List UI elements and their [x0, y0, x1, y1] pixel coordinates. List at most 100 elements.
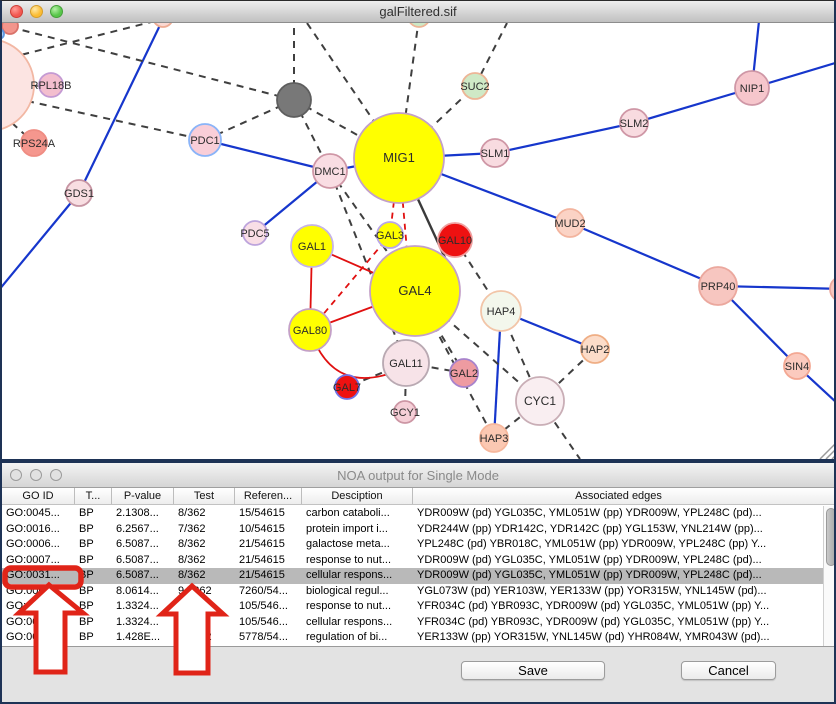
table-cell: 6.5087...: [112, 537, 174, 553]
network-edge: [27, 101, 205, 140]
network-node-label: HAP2: [581, 344, 610, 356]
table-cell: 1.428E...: [112, 630, 174, 646]
scrollbar-thumb[interactable]: [826, 508, 836, 566]
network-node-label: RPL18B: [31, 80, 72, 92]
table-cell: galactose meta...: [302, 537, 413, 553]
table-cell: YGL073W (pd) YER103W, YER133W (pp) YOR31…: [413, 584, 824, 600]
network-node-label: GAL4: [398, 283, 431, 298]
table-cell: 8/362: [174, 568, 235, 584]
network-node[interactable]: [153, 23, 173, 27]
table-cell: 7/362: [174, 522, 235, 538]
header-cell-3[interactable]: Test: [174, 488, 235, 504]
network-node-label: PDC1: [190, 135, 219, 147]
table-cell: response to nut...: [302, 553, 413, 569]
table-cell: BP: [75, 630, 112, 646]
table-cell: 21/54615: [235, 568, 302, 584]
table-cell: 15/54615: [235, 506, 302, 522]
network-node-label: DMC1: [314, 166, 345, 178]
table-cell: 6.2567...: [112, 522, 174, 538]
noa-titlebar: NOA output for Single Mode: [2, 463, 834, 488]
table-cell: GO:0016...: [2, 522, 75, 538]
network-canvas[interactable]: RPL18BRPS24AGDS1PDC1DMC1MIG1SUC2SLM1SLM2…: [2, 23, 836, 459]
network-node-label: GAL2: [450, 368, 478, 380]
table-row[interactable]: GO:0031...BP1.3324...11/362105/546...cel…: [2, 615, 836, 631]
network-node[interactable]: [408, 23, 430, 27]
table-header: GO IDT...P-valueTestReferen...Desciption…: [2, 488, 836, 505]
network-edge: [634, 88, 752, 123]
table-row[interactable]: GO:0045...BP2.1308...8/36215/54615carbon…: [2, 506, 836, 522]
table-row[interactable]: GO:0006...BP6.5087...8/36221/54615galact…: [2, 537, 836, 553]
resize-grip[interactable]: [820, 443, 836, 459]
table-cell: GO:0031...: [2, 615, 75, 631]
table-cell: YDR244W (pp) YDR142C, YDR142C (pp) YGL15…: [413, 522, 824, 538]
network-node[interactable]: [2, 39, 34, 131]
table-cell: 7260/54...: [235, 584, 302, 600]
network-node-label: RPS24A: [13, 138, 56, 150]
table-row[interactable]: GO:0050...BP1.428E...80/3625778/54...reg…: [2, 630, 836, 646]
table-cell: regulation of bi...: [302, 630, 413, 646]
table-cell: 10/54615: [235, 522, 302, 538]
header-cell-6[interactable]: Associated edges: [413, 488, 824, 504]
results-table: GO IDT...P-valueTestReferen...Desciption…: [2, 488, 836, 647]
header-cell-1[interactable]: T...: [75, 488, 112, 504]
table-cell: 105/546...: [235, 615, 302, 631]
table-cell: 105/546...: [235, 599, 302, 615]
network-edge: [205, 140, 330, 171]
network-node-label: HAP3: [480, 433, 509, 445]
table-cell: protein import i...: [302, 522, 413, 538]
header-cell-5[interactable]: Desciption: [302, 488, 413, 504]
table-cell: BP: [75, 553, 112, 569]
header-cell-2[interactable]: P-value: [112, 488, 174, 504]
table-cell: YFR034C (pd) YBR093C, YDR009W (pd) YGL03…: [413, 615, 824, 631]
table-cell: 8.0614...: [112, 584, 174, 600]
network-node-ms[interactable]: [830, 276, 836, 302]
network-edge: [495, 123, 634, 153]
table-row[interactable]: GO:0065...BP8.0614...94/3627260/54...bio…: [2, 584, 836, 600]
table-cell: carbon cataboli...: [302, 506, 413, 522]
header-cell-0[interactable]: GO ID: [2, 488, 75, 504]
network-node[interactable]: [2, 29, 4, 39]
header-cell-4[interactable]: Referen...: [235, 488, 302, 504]
table-cell: BP: [75, 568, 112, 584]
table-cell: YDR009W (pd) YGL035C, YML051W (pp) YDR00…: [413, 506, 824, 522]
network-node[interactable]: [277, 83, 311, 117]
table-cell: biological regul...: [302, 584, 413, 600]
cancel-button[interactable]: Cancel: [681, 661, 776, 680]
network-node-label: GAL7: [333, 382, 361, 394]
table-cell: GO:0031...: [2, 599, 75, 615]
table-cell: BP: [75, 584, 112, 600]
table-row[interactable]: GO:0016...BP6.2567...7/36210/54615protei…: [2, 522, 836, 538]
network-node-label: PRP40: [701, 281, 736, 293]
table-cell: response to nut...: [302, 599, 413, 615]
table-row[interactable]: GO:0031...BP6.5087...8/36221/54615cellul…: [2, 568, 836, 584]
table-cell: 8/362: [174, 537, 235, 553]
save-button[interactable]: Save: [461, 661, 605, 680]
table-cell: GO:0065...: [2, 584, 75, 600]
table-cell: BP: [75, 599, 112, 615]
table-scrollbar[interactable]: [823, 506, 836, 646]
table-cell: YFR034C (pd) YBR093C, YDR009W (pd) YGL03…: [413, 599, 824, 615]
table-cell: cellular respons...: [302, 615, 413, 631]
network-node-label: GAL1: [298, 241, 326, 253]
table-cell: 21/54615: [235, 553, 302, 569]
table-cell: GO:0050...: [2, 630, 75, 646]
table-cell: GO:0045...: [2, 506, 75, 522]
network-edge: [2, 23, 163, 61]
table-cell: YDR009W (pd) YGL035C, YML051W (pp) YDR00…: [413, 553, 824, 569]
table-cell: BP: [75, 537, 112, 553]
network-node-label: GCY1: [390, 407, 420, 419]
network-edge: [2, 193, 79, 296]
network-node-label: GAL80: [293, 325, 327, 337]
table-cell: 6.5087...: [112, 553, 174, 569]
table-cell: GO:0031...: [2, 568, 75, 584]
noa-window-title: NOA output for Single Mode: [2, 468, 834, 483]
table-cell: 2.1308...: [112, 506, 174, 522]
table-cell: 8/362: [174, 506, 235, 522]
table-cell: 5778/54...: [235, 630, 302, 646]
table-row[interactable]: GO:0031...BP1.3324...11/362105/546...res…: [2, 599, 836, 615]
table-cell: 1.3324...: [112, 615, 174, 631]
network-graph: RPL18BRPS24AGDS1PDC1DMC1MIG1SUC2SLM1SLM2…: [2, 23, 836, 459]
network-node-label: MIG1: [383, 150, 415, 165]
table-cell: 11/362: [174, 599, 235, 615]
table-row[interactable]: GO:0007...BP6.5087...8/36221/54615respon…: [2, 553, 836, 569]
